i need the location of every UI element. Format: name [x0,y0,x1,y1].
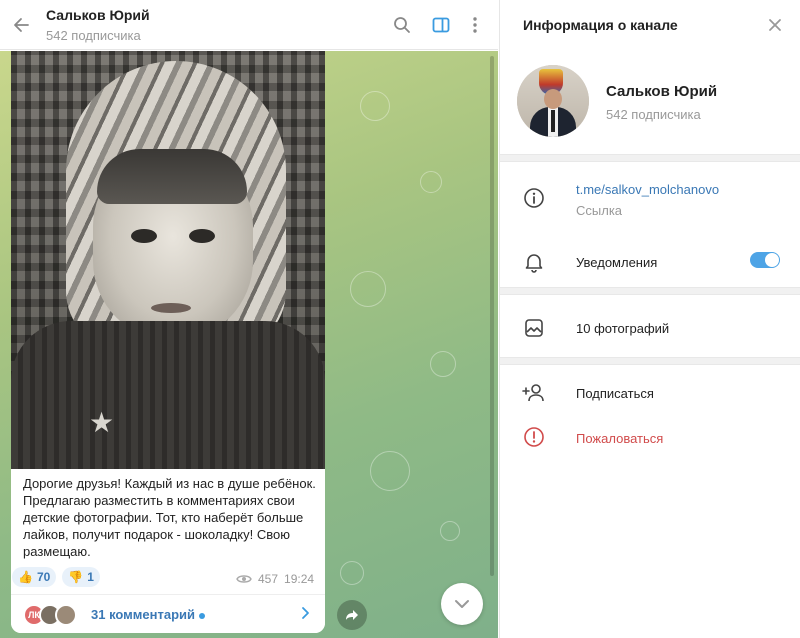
channel-post: ★ Дорогие друзья! Каждый из нас в душе р… [11,51,325,633]
sidebar-toggle-button[interactable] [429,13,453,37]
subscribe-button[interactable]: Подписаться [576,386,654,401]
chat-title: Сальков Юрий [46,7,150,23]
channel-link[interactable]: t.me/salkov_molchanovo [576,182,719,197]
channel-info-panel: Информация о канале Сальков Юрий 542 под… [499,0,800,638]
post-time: 19:24 [284,572,315,586]
channel-profile: Сальков Юрий 542 подписчика [500,60,800,150]
chat-subscriber-count: 542 подписчика [46,28,141,43]
search-button[interactable] [390,13,414,37]
more-menu-button[interactable] [463,13,487,37]
chat-title-block[interactable]: Сальков Юрий 542 подписчика [46,7,150,43]
reaction-count: 1 [87,570,94,584]
scroll-down-button[interactable] [441,583,483,625]
share-arrow-icon [346,610,358,620]
arrow-left-icon [14,18,29,32]
eye-icon [236,575,252,583]
star-icon: ★ [89,407,115,438]
chevron-down-icon [455,600,469,608]
post-text: Дорогие друзья! Каждый из нас в душе реб… [23,476,316,559]
panel-title: Информация о канале [523,17,678,33]
post-photo[interactable]: ★ [11,51,325,469]
chat-scrollbar[interactable] [490,56,494,576]
channel-link-label: Ссылка [576,203,623,218]
comments-bar[interactable]: ЛК 31 комментарий [11,594,325,633]
chat-column: Сальков Юрий 542 подписчика ★ Дорогие др… [0,0,498,638]
reaction-count: 70 [36,570,51,584]
channel-name: Сальков Юрий [606,83,718,100]
close-button[interactable] [763,13,787,37]
chevron-right-icon [297,605,313,624]
notifications-label: Уведомления [576,255,658,270]
share-button[interactable] [337,600,367,630]
close-icon [769,19,781,31]
section-divider [500,287,800,295]
chat-header: Сальков Юрий 542 подписчика [0,0,498,50]
photos-link[interactable]: 10 фотографий [576,321,669,336]
more-vertical-icon [473,17,477,33]
section-divider [500,154,800,162]
bell-icon [522,250,546,274]
thumbs-up-icon: 👍 [18,570,33,584]
search-icon [394,17,410,33]
panel-header: Информация о канале [500,0,800,50]
back-button[interactable] [10,13,34,37]
section-divider [500,357,800,365]
add-user-icon [522,381,546,405]
alert-icon [522,425,546,449]
reactions-bar: 👍 70 👎 1 [12,567,100,587]
notifications-toggle[interactable] [750,252,780,268]
view-count: 457 [258,572,279,586]
comments-link[interactable]: 31 комментарий [91,607,206,622]
avatar[interactable] [517,65,589,137]
thumbs-down-icon: 👎 [68,570,84,584]
reaction-thumbs-down[interactable]: 👎 1 [62,567,100,587]
avatar [55,604,77,626]
post-meta: 457 19:24 [236,572,314,586]
report-button[interactable]: Пожаловаться [576,431,663,446]
photo-icon [522,316,546,340]
sidebar-panel-icon [432,17,450,33]
reaction-thumbs-up[interactable]: 👍 70 [12,567,57,587]
commenter-avatars: ЛК [23,604,77,626]
unread-dot [199,612,206,619]
info-icon [522,186,546,210]
channel-subscriber-count: 542 подписчика [606,107,701,122]
